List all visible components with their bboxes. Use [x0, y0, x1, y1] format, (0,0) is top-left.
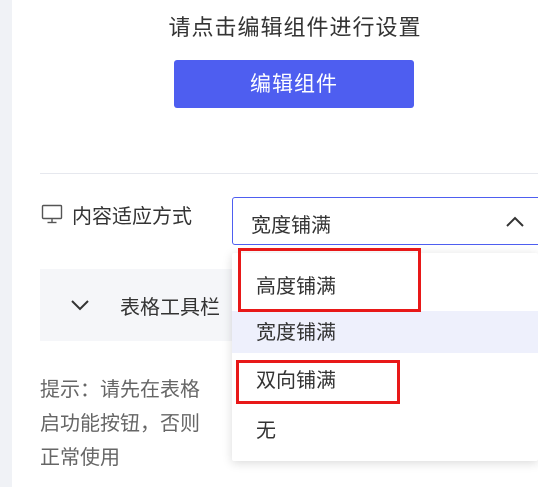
fit-mode-dropdown: 高度铺满 宽度铺满 双向铺满 无 [232, 253, 538, 461]
settings-panel: 请点击编辑组件进行设置 编辑组件 内容适应方式 宽度铺满 表格工具栏 提示：请先… [0, 0, 538, 487]
fit-mode-select[interactable]: 宽度铺满 [232, 197, 538, 245]
edit-hint-text: 请点击编辑组件进行设置 [168, 16, 422, 41]
chevron-up-icon [506, 216, 524, 227]
fit-mode-label-group: 内容适应方式 [40, 201, 192, 228]
section-divider [40, 173, 538, 174]
chevron-down-icon [71, 300, 89, 311]
edit-component-button[interactable]: 编辑组件 [174, 60, 414, 108]
option-none[interactable]: 无 [232, 409, 538, 451]
fit-mode-label: 内容适应方式 [72, 203, 192, 228]
fit-mode-selected-value: 宽度铺满 [251, 213, 331, 237]
left-sidebar-edge [0, 0, 12, 487]
option-height-fill[interactable]: 高度铺满 [232, 265, 538, 307]
option-both-fill[interactable]: 双向铺满 [232, 359, 538, 401]
monitor-icon [41, 204, 63, 224]
table-toolbar-title: 表格工具栏 [120, 295, 220, 319]
option-width-fill[interactable]: 宽度铺满 [232, 311, 538, 353]
